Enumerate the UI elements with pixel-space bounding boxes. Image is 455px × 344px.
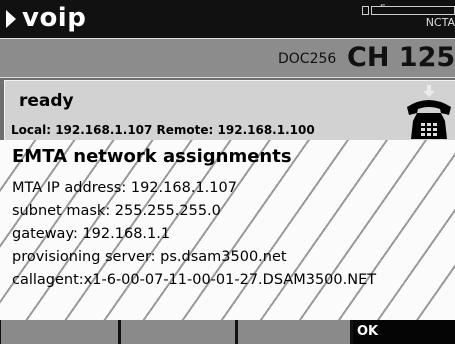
channel-bar: DOC256 CH 125 [0, 38, 455, 78]
gateway-line: gateway: 192.168.1.1 [12, 226, 171, 242]
title-bar: voip E NCTA [0, 0, 455, 38]
mta-ip-line: MTA IP address: 192.168.1.107 [12, 180, 237, 196]
emta-dialog: EMTA network assignments MTA IP address:… [0, 140, 455, 320]
subnet-mask-line: subnet mask: 255.255.255.0 [12, 203, 221, 219]
status-panel: ready Local: 192.168.1.107 Remote: 192.1… [4, 80, 455, 142]
doc-label: DOC256 [278, 51, 337, 67]
softkey-1[interactable] [0, 320, 118, 344]
play-arrow-icon [6, 10, 16, 28]
standard-label: NCTA [425, 16, 455, 29]
softkey-bar: OK [0, 320, 455, 344]
dialog-heading: EMTA network assignments [12, 146, 292, 167]
callagent-line: callagent:x1-6-00-07-11-00-01-27.DSAM350… [12, 272, 377, 288]
battery-icon [362, 6, 455, 15]
provisioning-server-line: provisioning server: ps.dsam3500.net [12, 249, 287, 265]
softkey-2[interactable] [120, 320, 235, 344]
ok-softkey[interactable]: OK [352, 320, 455, 344]
telephone-icon [407, 85, 451, 139]
address-text: Local: 192.168.1.107 Remote: 192.168.1.1… [11, 123, 315, 137]
status-text: ready [19, 91, 74, 111]
app-title: voip [22, 3, 87, 33]
channel-label: CH 125 [347, 42, 455, 73]
softkey-3[interactable] [237, 320, 350, 344]
